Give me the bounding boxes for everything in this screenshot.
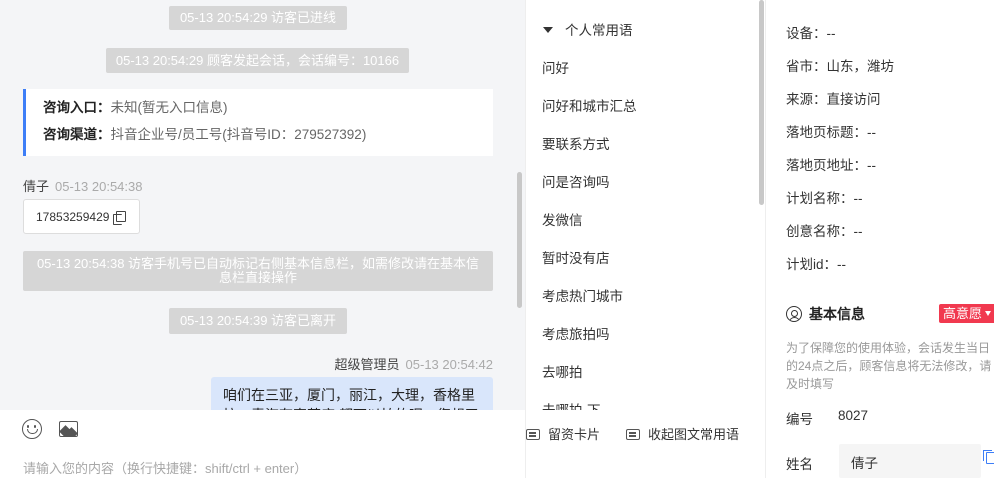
phrases-icon [626, 429, 640, 440]
province-value: 山东，潍坊 [826, 59, 895, 74]
edit-notice: 为了保障您的使用体验，会话发生当日的24点之后，顾客信息将无法修改，请及时填写 [786, 341, 992, 391]
plan-name-row: 计划名称：-- [786, 187, 863, 207]
source-label: 来源： [786, 92, 827, 107]
lead-card-button[interactable]: 留资卡片 [526, 424, 600, 443]
intent-level-value: 高意愿 [943, 306, 983, 321]
device-label: 设备： [786, 26, 827, 41]
consult-entry-value: 未知(暂无入口信息) [110, 100, 228, 115]
plan-name-value: -- [853, 191, 863, 206]
phrase-item[interactable]: 暂时没有店 [542, 247, 610, 267]
phrase-item[interactable]: 考虑热门城市 [542, 285, 623, 305]
system-message-left: 05-13 20:54:39 访客已离开 [169, 308, 347, 334]
visitor-name-label: 姓名 [786, 457, 813, 472]
landing-url-label: 落地页地址： [786, 158, 867, 173]
consult-entry-label: 咨询入口： [43, 100, 111, 115]
agent-message-time: 05-13 20:54:42 [405, 357, 493, 372]
collapse-phrases-label: 收起图文常用语 [648, 427, 740, 442]
basic-info-title: 基本信息 [809, 306, 865, 322]
collapse-triangle-icon [543, 27, 553, 33]
consult-channel-row: 咨询渠道：抖音企业号/员工号(抖音号ID：279527392) [43, 126, 493, 153]
creative-name-row: 创意名称：-- [786, 220, 863, 240]
plan-name-label: 计划名称： [786, 191, 854, 206]
phrase-item[interactable]: 问好 [542, 57, 569, 77]
phrase-item[interactable]: 要联系方式 [542, 133, 610, 153]
phrase-item[interactable]: 问是咨询吗 [542, 171, 610, 191]
card-icon [526, 429, 540, 440]
phrase-group-label: 个人常用语 [565, 23, 633, 38]
phrase-item[interactable]: 去哪拍-下 [542, 399, 601, 410]
device-row: 设备：-- [786, 22, 836, 42]
copy-icon[interactable] [113, 211, 126, 225]
visitor-id-value: 8027 [838, 408, 869, 423]
phrase-item[interactable]: 去哪拍 [542, 361, 583, 381]
province-row: 省市：山东，潍坊 [786, 55, 894, 75]
message-input[interactable]: 请输入您的内容（换行快捷键：shift/ctrl + enter） [23, 458, 307, 477]
emoji-icon[interactable] [22, 419, 42, 439]
copy-icon[interactable] [983, 450, 994, 464]
chat-messages[interactable]: 05-13 20:54:29 访客已进线 05-13 20:54:29 顾客发起… [0, 0, 525, 410]
collapse-phrases-button[interactable]: 收起图文常用语 [626, 424, 739, 443]
consult-entry-row: 咨询入口：未知(暂无入口信息) [43, 99, 493, 126]
image-icon[interactable] [59, 421, 78, 437]
plan-id-label: 计划id： [786, 257, 838, 272]
visitor-phone-message: 17853259429 [23, 199, 140, 234]
province-label: 省市： [786, 59, 827, 74]
chat-panel: 05-13 20:54:29 访客已进线 05-13 20:54:29 顾客发起… [0, 0, 525, 478]
system-message-session-started: 05-13 20:54:29 顾客发起会话，会话编号：10166 [106, 48, 409, 73]
landing-title-row: 落地页标题：-- [786, 121, 876, 141]
system-message-phone-marked: 05-13 20:54:38 访客手机号已自动标记右侧基本信息栏，如需修改请在基… [23, 251, 493, 291]
device-value: -- [826, 26, 836, 41]
visitor-message-header: 倩子 05-13 20:54:38 [23, 176, 142, 195]
phrase-group-header[interactable]: 个人常用语 [543, 19, 633, 39]
user-icon [786, 306, 802, 322]
plan-id-value: -- [837, 257, 847, 272]
consult-channel-label: 咨询渠道： [43, 127, 111, 142]
chat-workspace: 05-13 20:54:29 访客已进线 05-13 20:54:29 顾客发起… [0, 0, 994, 478]
source-row: 来源：直接访问 [786, 88, 881, 108]
visitor-name: 倩子 [23, 179, 50, 194]
system-message-entered: 05-13 20:54:29 访客已进线 [169, 6, 347, 30]
phrase-item[interactable]: 发微信 [542, 209, 583, 229]
creative-name-value: -- [853, 224, 863, 239]
intent-level-dropdown[interactable]: 高意愿 [939, 304, 994, 323]
landing-title-label: 落地页标题： [786, 125, 867, 140]
agent-message-header: 超级管理员 05-13 20:54:42 [335, 354, 493, 373]
composer: 请输入您的内容（换行快捷键：shift/ctrl + enter） [0, 410, 525, 478]
visitor-name-field[interactable]: 倩子 [839, 444, 981, 478]
basic-info-header: 基本信息 [786, 304, 865, 324]
visitor-id-label: 编号 [786, 412, 813, 427]
visitor-info-panel: 设备：-- 省市：山东，潍坊 来源：直接访问 落地页标题：-- 落地页地址：--… [765, 0, 994, 478]
agent-message-bubble: 咱们在三亚，厦门，丽江，大理，香格里拉，青海有直营店 都可以拍的呢，您想了解 [211, 377, 493, 410]
agent-name: 超级管理员 [334, 357, 400, 372]
landing-title-value: -- [867, 125, 876, 140]
visitor-message-time: 05-13 20:54:38 [55, 179, 143, 194]
phrase-item[interactable]: 考虑旅拍吗 [542, 323, 610, 343]
visitor-phone: 17853259429 [36, 210, 110, 224]
lead-card-label: 留资卡片 [548, 427, 601, 442]
caret-down-icon [985, 311, 992, 316]
quick-phrases-panel: 个人常用语 问好 问好和城市汇总 要联系方式 问是咨询吗 发微信 暂时没有店 考… [525, 0, 765, 478]
chat-scrollbar[interactable] [517, 172, 522, 308]
consult-channel-value: 抖音企业号/员工号(抖音号ID：279527392) [110, 127, 367, 142]
plan-id-row: 计划id：-- [786, 253, 846, 273]
landing-url-value: -- [867, 158, 876, 173]
landing-url-row: 落地页地址：-- [786, 154, 876, 174]
consult-info-card: 咨询入口：未知(暂无入口信息) 咨询渠道：抖音企业号/员工号(抖音号ID：279… [23, 89, 493, 156]
phrases-scrollbar[interactable] [759, 0, 764, 205]
source-value: 直接访问 [826, 92, 881, 107]
creative-name-label: 创意名称： [786, 224, 854, 239]
quick-phrases-list[interactable]: 个人常用语 问好 问好和城市汇总 要联系方式 问是咨询吗 发微信 暂时没有店 考… [526, 0, 766, 410]
phrase-item[interactable]: 问好和城市汇总 [542, 95, 637, 115]
